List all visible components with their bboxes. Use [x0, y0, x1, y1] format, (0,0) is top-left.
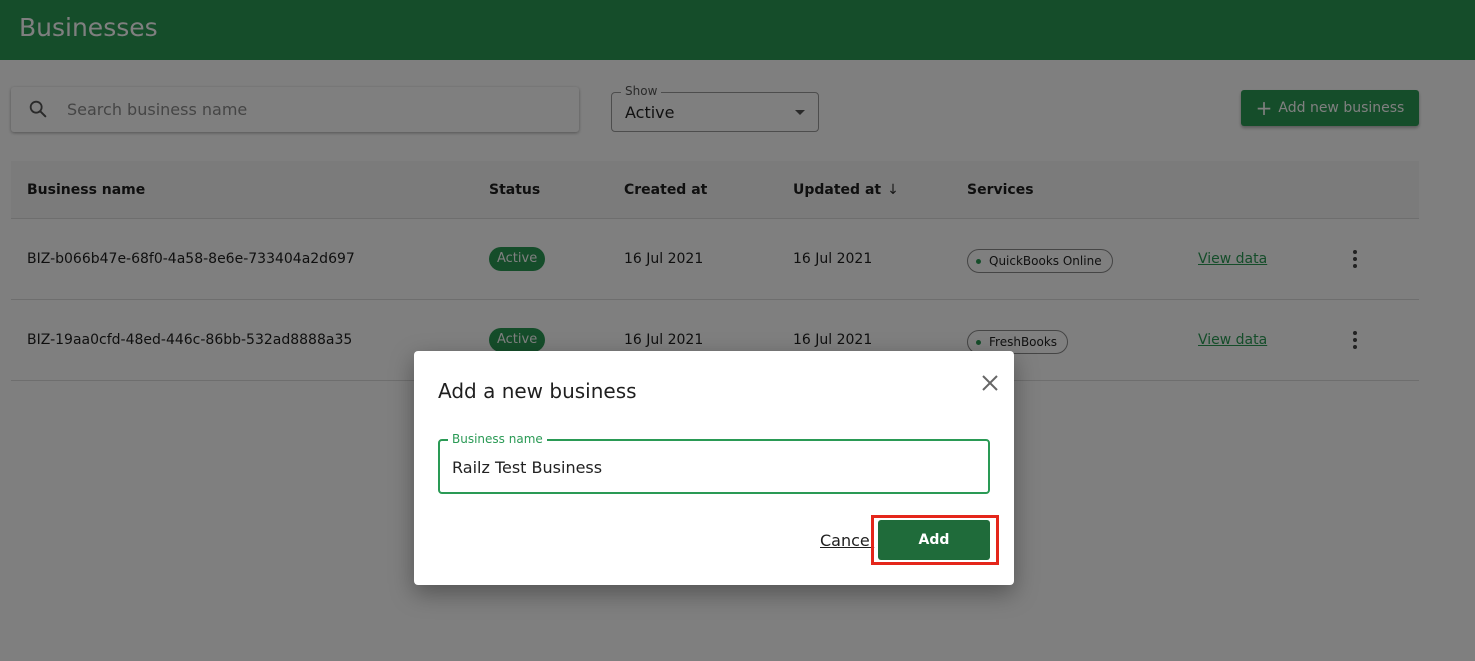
business-name-input[interactable]: Railz Test Business — [452, 458, 602, 477]
add-button[interactable]: Add — [878, 520, 990, 560]
dialog-title: Add a new business — [438, 379, 637, 403]
business-name-field-label: Business name — [448, 432, 547, 446]
cancel-button[interactable]: Cancel — [820, 531, 874, 550]
business-name-field[interactable]: Business name Railz Test Business — [438, 432, 990, 494]
close-icon[interactable] — [980, 373, 1000, 393]
add-business-dialog: Add a new business Business name Railz T… — [414, 351, 1014, 585]
